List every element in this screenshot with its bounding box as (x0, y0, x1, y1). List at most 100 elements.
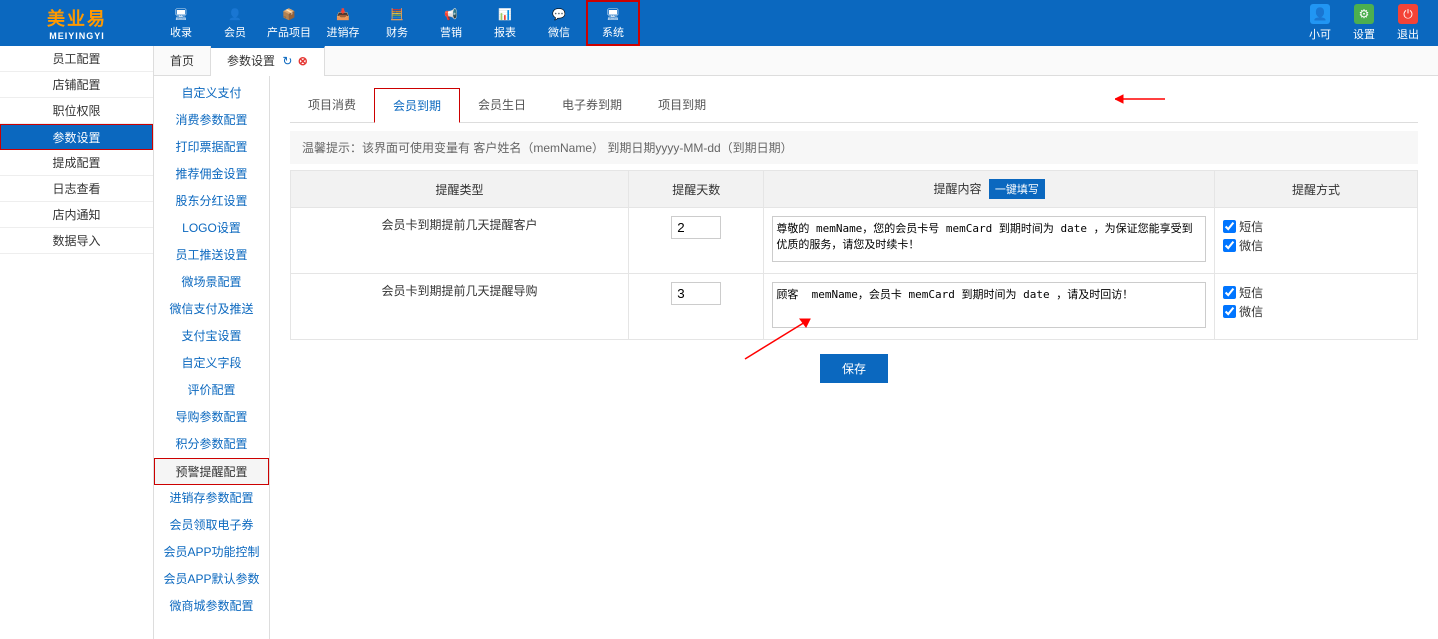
topnav-label: 微信 (548, 24, 570, 40)
topnav-label: 进销存 (327, 24, 360, 40)
subsidebar-item-13[interactable]: 积分参数配置 (154, 431, 269, 458)
subsidebar-item-0[interactable]: 自定义支付 (154, 80, 269, 107)
logout-icon: ⏻ (1398, 4, 1418, 24)
sidebar-item-1[interactable]: 店铺配置 (0, 72, 153, 98)
subsidebar-item-6[interactable]: 员工推送设置 (154, 242, 269, 269)
days-input[interactable] (671, 282, 721, 305)
reminder-table: 提醒类型提醒天数提醒内容 一键填写提醒方式 会员卡到期提前几天提醒客户尊敬的 m… (290, 170, 1418, 340)
topnav-icon: 📦 (280, 6, 298, 22)
cell-type: 会员卡到期提前几天提醒客户 (291, 208, 629, 274)
gear-icon: ⚙ (1354, 4, 1374, 24)
table-header-1: 提醒天数 (629, 171, 764, 208)
topnav-icon: 🧮 (388, 6, 406, 22)
subsidebar-item-4[interactable]: 股东分红设置 (154, 188, 269, 215)
settings-button[interactable]: ⚙ 设置 (1342, 0, 1386, 46)
topnav-icon: 📢 (442, 6, 460, 22)
wechat-checkbox[interactable] (1223, 239, 1236, 252)
table-header-3: 提醒方式 (1215, 171, 1418, 208)
subtab-2[interactable]: 会员生日 (460, 88, 544, 122)
logo-main: 美业易 (47, 5, 107, 31)
topnav-icon: 🖥 (172, 6, 190, 22)
tab-params-label: 参数设置 (227, 54, 275, 68)
tab-strip: 首页 参数设置 ↻ ⊗ (154, 46, 1438, 76)
subsidebar-item-10[interactable]: 自定义字段 (154, 350, 269, 377)
logo-sub: MEIYINGYI (49, 31, 105, 41)
subsidebar-item-17[interactable]: 会员APP功能控制 (154, 539, 269, 566)
sidebar: 员工配置店铺配置职位权限参数设置提成配置日志查看店内通知数据导入 (0, 46, 154, 639)
topnav-item-2[interactable]: 📦 产品项目 (262, 0, 316, 46)
topnav-item-6[interactable]: 📊 报表 (478, 0, 532, 46)
sidebar-item-7[interactable]: 数据导入 (0, 228, 153, 254)
topnav-label: 收录 (170, 24, 192, 40)
subsidebar-item-1[interactable]: 消费参数配置 (154, 107, 269, 134)
sms-checkbox[interactable] (1223, 286, 1236, 299)
user-label: 小可 (1309, 26, 1331, 42)
topnav-label: 会员 (224, 24, 246, 40)
subsidebar-item-8[interactable]: 微信支付及推送 (154, 296, 269, 323)
topnav-icon: 💬 (550, 6, 568, 22)
table-header-0: 提醒类型 (291, 171, 629, 208)
sidebar-item-5[interactable]: 日志查看 (0, 176, 153, 202)
sidebar-item-0[interactable]: 员工配置 (0, 46, 153, 72)
topnav-item-3[interactable]: 📥 进销存 (316, 0, 370, 46)
subsidebar-item-19[interactable]: 微商城参数配置 (154, 593, 269, 620)
subsidebar-item-18[interactable]: 会员APP默认参数 (154, 566, 269, 593)
subtab-4[interactable]: 项目到期 (640, 88, 724, 122)
subsidebar-item-9[interactable]: 支付宝设置 (154, 323, 269, 350)
sidebar-item-3[interactable]: 参数设置 (0, 124, 153, 150)
save-button[interactable]: 保存 (820, 354, 888, 383)
tab-home-label: 首页 (170, 54, 194, 68)
content-textarea[interactable]: 顾客 memName，会员卡 memCard 到期时间为 date ，请及时回访… (772, 282, 1206, 328)
cell-days (629, 274, 764, 340)
settings-label: 设置 (1353, 26, 1375, 42)
sms-checkbox[interactable] (1223, 220, 1236, 233)
user-button[interactable]: 👤 小可 (1298, 0, 1342, 46)
fill-button[interactable]: 一键填写 (989, 179, 1045, 199)
topnav-label: 报表 (494, 24, 516, 40)
subsidebar-item-5[interactable]: LOGO设置 (154, 215, 269, 242)
cell-methods: 短信微信 (1215, 274, 1418, 340)
subtab-1[interactable]: 会员到期 (374, 88, 460, 123)
sidebar-item-4[interactable]: 提成配置 (0, 150, 153, 176)
topnav-icon: 📊 (496, 6, 514, 22)
wechat-checkbox[interactable] (1223, 305, 1236, 318)
content-textarea[interactable]: 尊敬的 memName，您的会员卡号 memCard 到期时间为 date ，为… (772, 216, 1206, 262)
subsidebar-item-14[interactable]: 预警提醒配置 (154, 458, 269, 485)
topnav-item-7[interactable]: 💬 微信 (532, 0, 586, 46)
subtab-0[interactable]: 项目消费 (290, 88, 374, 122)
topnav-item-5[interactable]: 📢 营销 (424, 0, 478, 46)
refresh-icon[interactable]: ↻ (282, 54, 292, 68)
subsidebar-item-12[interactable]: 导购参数配置 (154, 404, 269, 431)
subsidebar-item-11[interactable]: 评价配置 (154, 377, 269, 404)
close-icon[interactable]: ⊗ (298, 54, 308, 68)
subtab-3[interactable]: 电子券到期 (544, 88, 640, 122)
topnav-item-1[interactable]: 👤 会员 (208, 0, 262, 46)
tab-home[interactable]: 首页 (154, 46, 211, 76)
topnav-label: 营销 (440, 24, 462, 40)
subsidebar-item-2[interactable]: 打印票据配置 (154, 134, 269, 161)
days-input[interactable] (671, 216, 721, 239)
topnav-label: 系统 (602, 24, 624, 40)
table-row: 会员卡到期提前几天提醒导购顾客 memName，会员卡 memCard 到期时间… (291, 274, 1418, 340)
logout-button[interactable]: ⏻ 退出 (1386, 0, 1430, 46)
topnav-icon: 📥 (334, 6, 352, 22)
sidebar-item-2[interactable]: 职位权限 (0, 98, 153, 124)
table-row: 会员卡到期提前几天提醒客户 尊敬的 memName，您的会员卡号 memCard … (291, 208, 1418, 274)
tab-params[interactable]: 参数设置 ↻ ⊗ (211, 46, 325, 76)
topnav-icon: 👤 (226, 6, 244, 22)
panel: 项目消费会员到期会员生日电子券到期项目到期 温馨提示：该界面可使用变量有 客户姓… (270, 76, 1438, 639)
subsidebar-item-7[interactable]: 微场景配置 (154, 269, 269, 296)
sidebar-item-6[interactable]: 店内通知 (0, 202, 153, 228)
top-nav-right: 👤 小可 ⚙ 设置 ⏻ 退出 (1298, 0, 1438, 46)
cell-content: 尊敬的 memName，您的会员卡号 memCard 到期时间为 date ，为… (764, 208, 1215, 274)
subsidebar-item-15[interactable]: 进销存参数配置 (154, 485, 269, 512)
topnav-label: 财务 (386, 24, 408, 40)
subsidebar-item-3[interactable]: 推荐佣金设置 (154, 161, 269, 188)
topnav-item-4[interactable]: 🧮 财务 (370, 0, 424, 46)
topnav-item-8[interactable]: 🖥系统 (586, 0, 640, 46)
topnav-item-0[interactable]: 🖥 收录 (154, 0, 208, 46)
cell-days (629, 208, 764, 274)
topnav-label: 产品项目 (267, 24, 311, 40)
logout-label: 退出 (1397, 26, 1419, 42)
subsidebar-item-16[interactable]: 会员领取电子券 (154, 512, 269, 539)
